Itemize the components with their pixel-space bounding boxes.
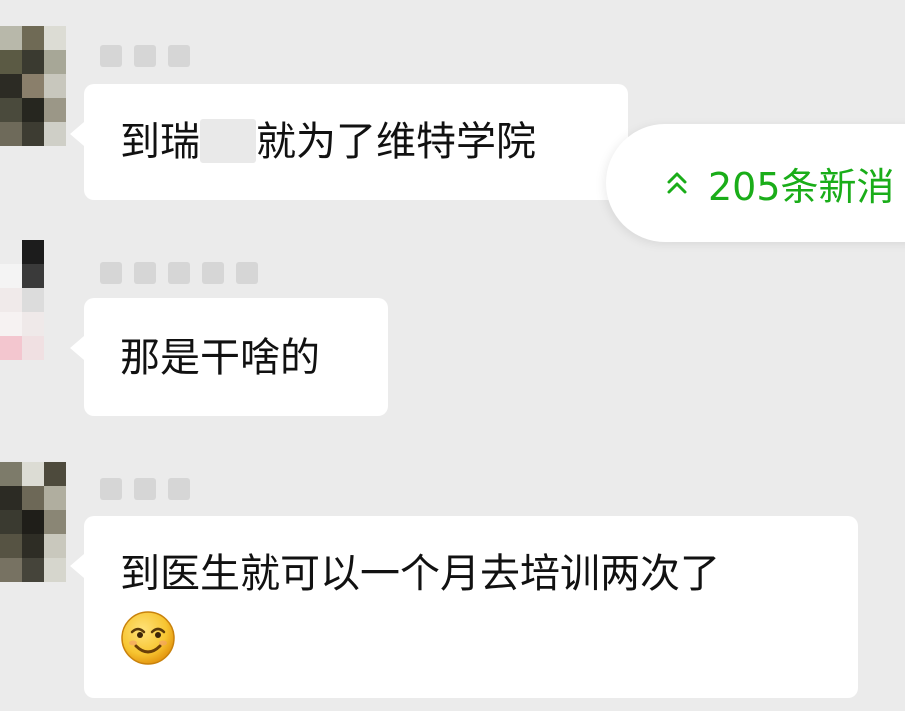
message-text: 那是干啥的 <box>120 335 320 381</box>
sender-name-redacted <box>100 262 258 284</box>
message-text: 就为了维特学院 <box>256 119 536 165</box>
message-bubble[interactable]: 到瑞 就为了维特学院 <box>70 84 628 200</box>
avatar[interactable] <box>0 462 66 584</box>
smiling-face-emoji <box>121 611 175 665</box>
double-chevron-up-icon <box>667 172 687 194</box>
new-messages-label: 205条新消 <box>708 164 895 209</box>
message-text: 到瑞 <box>120 119 200 165</box>
avatar[interactable] <box>0 240 66 370</box>
message-bubble[interactable]: 那是干啥的 <box>70 298 388 416</box>
sender-name-redacted <box>100 478 190 500</box>
sender-name-redacted <box>100 45 190 67</box>
redacted-text <box>200 119 256 163</box>
avatar[interactable] <box>0 26 66 148</box>
message-bubble[interactable]: 到医生就可以一个月去培训两次了 <box>70 516 858 698</box>
message-text: 到医生就可以一个月去培训两次了 <box>120 551 720 597</box>
new-messages-button[interactable]: 205条新消 <box>606 124 905 242</box>
